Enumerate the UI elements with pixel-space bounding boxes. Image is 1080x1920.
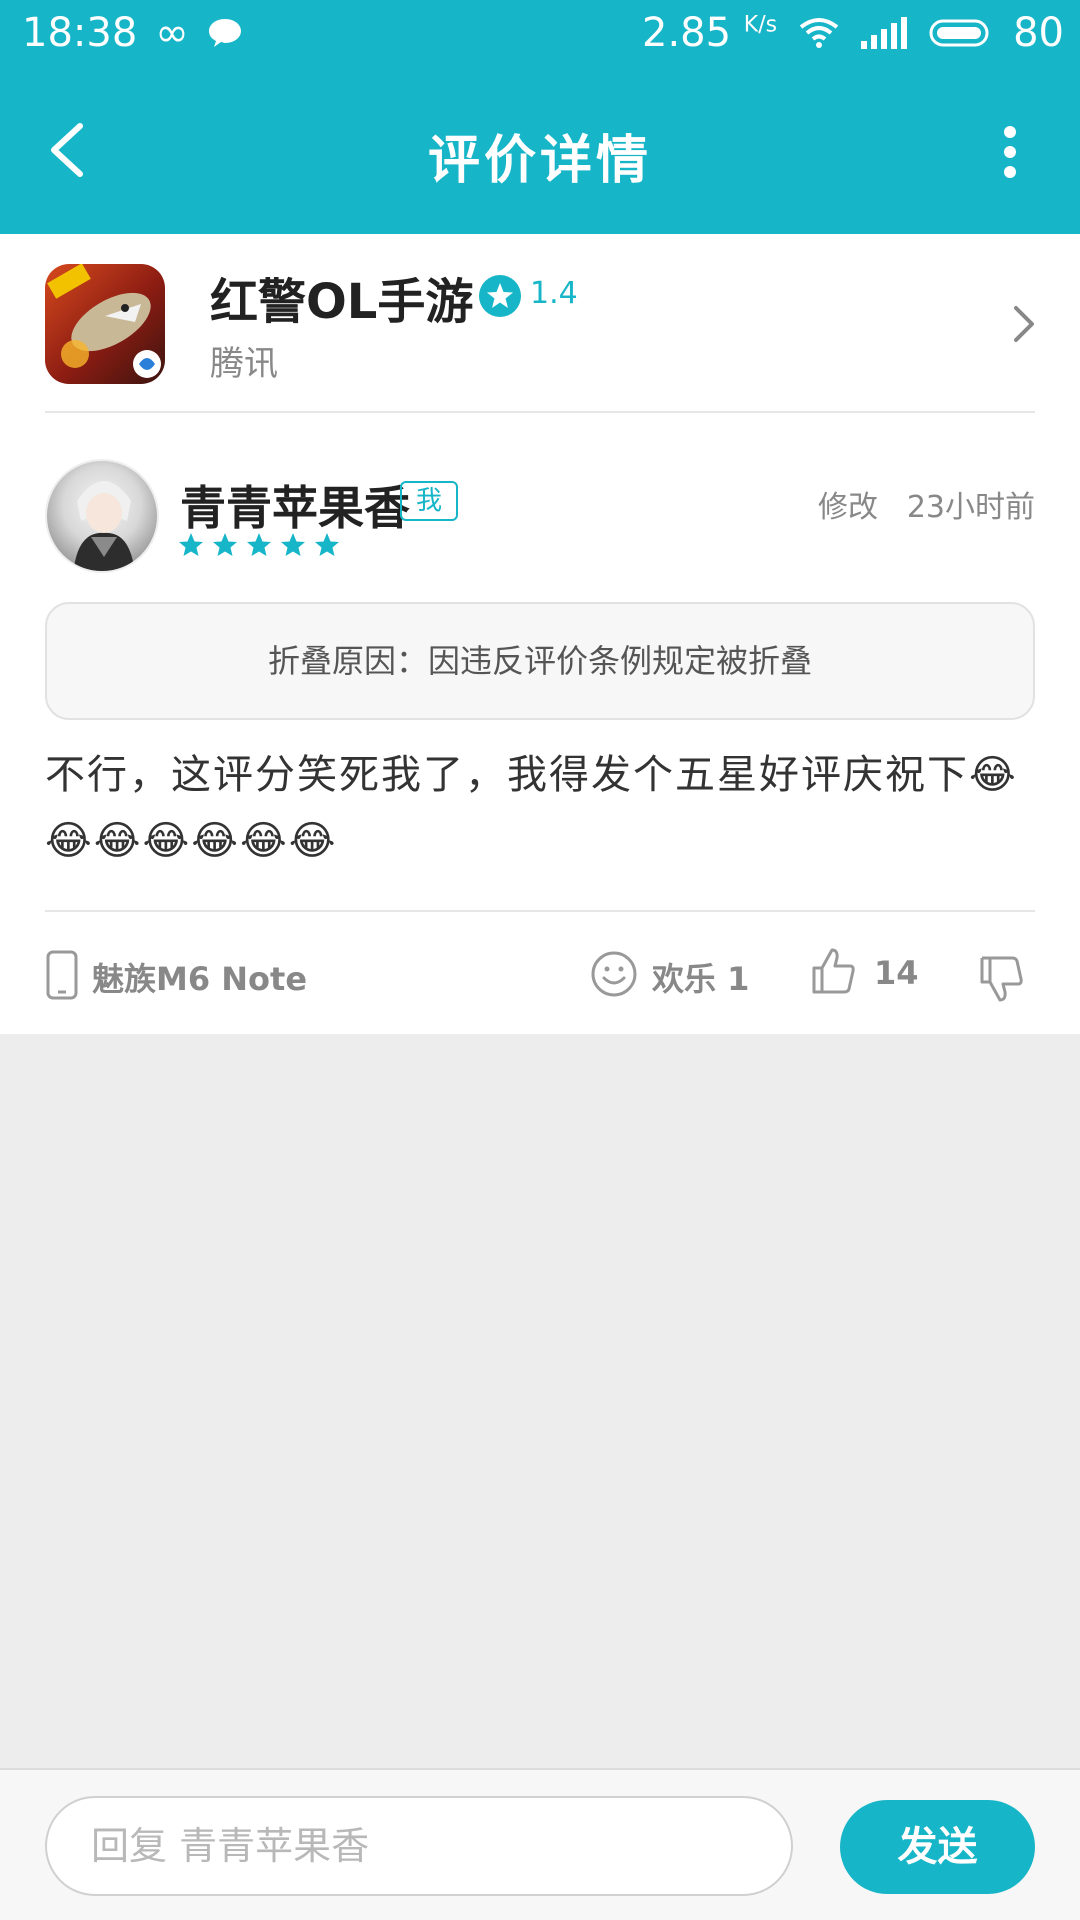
app-rating: 1.4 — [530, 276, 578, 311]
battery-level: 80 — [1013, 10, 1064, 56]
wifi-icon — [799, 18, 839, 48]
reply-bar: 发送 — [0, 1768, 1080, 1920]
star-icon — [247, 533, 271, 556]
divider — [45, 910, 1035, 912]
rating-star-icon — [479, 275, 521, 317]
page-title: 评价详情 — [427, 131, 652, 191]
rating-stars — [178, 532, 340, 558]
fold-reason-box: 折叠原因：因违反评价条例规定被折叠 — [45, 602, 1035, 720]
status-bar: 18:38 ∞ 2.85 K/s 80 — [0, 0, 1080, 68]
nav-bar: 评价详情 — [0, 90, 1080, 210]
user-name[interactable]: 青青苹果香 — [180, 472, 410, 538]
smiley-icon[interactable] — [590, 950, 638, 998]
app-icon — [45, 264, 165, 384]
star-icon — [179, 533, 203, 556]
battery-icon — [929, 19, 989, 47]
reply-input[interactable] — [45, 1796, 793, 1896]
edit-button[interactable]: 修改 — [818, 482, 878, 526]
me-badge: 我 — [400, 481, 458, 521]
status-time: 18:38 — [22, 10, 138, 56]
review-card: 红警OL手游 1.4 腾讯 青青苹果香 我 修改 23小时前 折叠原因：因违反评… — [0, 234, 1080, 1034]
review-time: 23小时前 — [906, 490, 1035, 525]
infinity-icon: ∞ — [155, 10, 189, 56]
divider — [45, 411, 1035, 413]
fun-button[interactable]: 欢乐 1 — [652, 954, 749, 1000]
star-icon — [281, 533, 305, 556]
review-text: 不行，这评分笑死我了，我得发个五星好评庆祝下😂😂😂😂😂😂😂 — [45, 752, 1018, 864]
message-icon — [208, 19, 241, 47]
star-icon — [213, 533, 237, 556]
chevron-right-icon — [1014, 306, 1034, 342]
star-icon — [315, 533, 339, 556]
like-count[interactable]: 14 — [874, 954, 919, 992]
app-name: 红警OL手游 — [210, 274, 474, 330]
phone-icon — [46, 950, 78, 1000]
avatar[interactable] — [45, 459, 159, 573]
send-button[interactable]: 发送 — [840, 1800, 1035, 1894]
thumbs-up-icon[interactable] — [810, 946, 856, 996]
device-name: 魅族M6 Note — [92, 960, 308, 998]
top-bar: 18:38 ∞ 2.85 K/s 80 评价详情 — [0, 0, 1080, 234]
signal-icon — [861, 17, 908, 49]
more-icon[interactable] — [1000, 124, 1020, 180]
app-developer: 腾讯 — [210, 344, 278, 384]
thumbs-down-icon[interactable] — [978, 954, 1024, 1004]
app-info-row[interactable]: 红警OL手游 1.4 腾讯 — [0, 234, 1080, 412]
network-speed: 2.85 K/s — [642, 10, 778, 56]
